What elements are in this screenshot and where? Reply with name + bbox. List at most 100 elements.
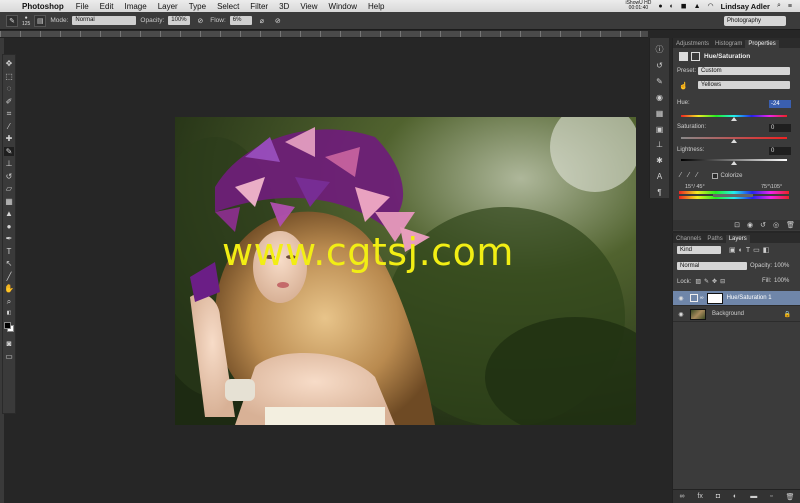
screen-mode-icon[interactable]: ▭ xyxy=(4,352,14,361)
fill-value[interactable]: 100% xyxy=(774,278,789,284)
menu-filter[interactable]: Filter xyxy=(250,2,268,11)
brush-tool-icon[interactable]: ✎ xyxy=(4,146,14,156)
new-group-icon[interactable]: ▬ xyxy=(750,493,757,500)
menu-select[interactable]: Select xyxy=(217,2,239,11)
mode-select[interactable]: Normal xyxy=(72,16,137,25)
eye-icon[interactable]: ◉ xyxy=(676,311,686,318)
path-select-tool-icon[interactable]: ↖ xyxy=(4,259,14,268)
eyedropper-icon[interactable]: ⁄ xyxy=(680,172,681,179)
menu-image[interactable]: Image xyxy=(124,2,146,11)
new-layer-icon[interactable]: ▫ xyxy=(770,493,772,500)
lock-icon[interactable]: 🔒 xyxy=(784,311,791,318)
move-tool-icon[interactable]: ✥ xyxy=(4,59,14,68)
hue-slider-thumb[interactable] xyxy=(731,117,737,121)
paragraph-icon[interactable]: ¶ xyxy=(654,187,666,198)
shape-tool-icon[interactable]: ╱ xyxy=(4,272,14,281)
blend-mode-select[interactable]: Normal xyxy=(677,262,747,270)
eyedropper-minus-icon[interactable]: ⁄ xyxy=(696,172,697,179)
menu-window[interactable]: Window xyxy=(329,2,357,11)
brush-presets-icon[interactable]: ✎ xyxy=(654,76,666,87)
tab-histogram[interactable]: Histogram xyxy=(712,40,745,48)
status-icon-1[interactable]: ● xyxy=(658,3,662,10)
layer-filter-select[interactable]: Kind xyxy=(677,246,721,254)
history-brush-tool-icon[interactable]: ↺ xyxy=(4,172,14,181)
colorize-checkbox[interactable] xyxy=(711,172,718,179)
wifi-icon[interactable]: ◠ xyxy=(708,2,714,10)
swatches-icon[interactable]: ▦ xyxy=(654,108,666,119)
menu-file[interactable]: File xyxy=(76,2,89,11)
type-tool-icon[interactable]: T xyxy=(4,247,14,256)
quick-mask-icon[interactable]: ◙ xyxy=(4,339,14,348)
spotlight-icon[interactable]: ⌕ xyxy=(777,2,781,10)
clone-source-icon[interactable]: ⊥ xyxy=(654,139,666,150)
tab-adjustments[interactable]: Adjustments xyxy=(673,40,712,48)
channel-select[interactable]: Yellows xyxy=(698,81,790,89)
quick-select-tool-icon[interactable]: ✐ xyxy=(4,97,14,106)
brush-tool-icon[interactable]: ✎ xyxy=(6,14,18,27)
preset-select[interactable]: Custom xyxy=(698,67,790,75)
airbrush-icon[interactable]: ⌀ xyxy=(256,15,268,27)
mask-icon[interactable] xyxy=(691,52,700,61)
delete-adjustment-icon[interactable]: 🗑 xyxy=(786,221,795,229)
user-name[interactable]: Lindsay Adler xyxy=(721,2,770,11)
healing-tool-icon[interactable]: ✚ xyxy=(4,134,14,143)
hand-tool-icon[interactable]: ✋ xyxy=(4,284,14,293)
app-menu[interactable]: Photoshop xyxy=(22,2,64,11)
on-image-adjust-icon[interactable]: ☝ xyxy=(679,82,688,90)
lasso-tool-icon[interactable]: ◌ xyxy=(4,84,14,93)
visibility-icon[interactable]: ◎ xyxy=(773,221,779,229)
navigator-icon[interactable]: ◉ xyxy=(654,92,666,103)
info-icon[interactable]: ⓘ xyxy=(654,44,666,55)
filter-icons[interactable]: ▣◐T▭◧ xyxy=(729,246,772,254)
blur-tool-icon[interactable]: ▲ xyxy=(4,209,14,218)
link-layers-icon[interactable]: ∞ xyxy=(679,493,684,500)
tab-layers[interactable]: Layers xyxy=(725,235,750,243)
status-icon-2[interactable]: ◐ xyxy=(670,3,674,10)
status-icon-3[interactable]: ◼ xyxy=(681,2,687,10)
lock-icons[interactable]: ▨✎✥⊟ xyxy=(695,278,728,285)
menu-view[interactable]: View xyxy=(300,2,317,11)
layer-mask-thumbnail[interactable] xyxy=(706,292,723,304)
dodge-tool-icon[interactable]: ● xyxy=(4,222,14,231)
flow-field[interactable]: 6% xyxy=(229,16,252,25)
layer-row-hue-saturation[interactable]: ◉ ∞ Hue/Saturation 1 xyxy=(673,291,800,306)
new-adjustment-icon[interactable]: ◐ xyxy=(733,493,737,500)
menu-3d[interactable]: 3D xyxy=(279,2,289,11)
crop-tool-icon[interactable]: ⌗ xyxy=(4,109,14,118)
color-range-slider[interactable] xyxy=(713,194,753,197)
lightness-slider-thumb[interactable] xyxy=(731,161,737,165)
tab-properties[interactable]: Properties xyxy=(745,40,779,48)
styles-icon[interactable]: ▣ xyxy=(654,124,666,135)
layer-opacity-value[interactable]: 100% xyxy=(774,263,789,269)
clip-layer-icon[interactable]: ⊡ xyxy=(734,221,740,229)
pen-tool-icon[interactable]: ✒ xyxy=(4,234,14,243)
brush-preset-picker[interactable]: ● 125 xyxy=(22,15,30,27)
reset-icon[interactable]: ↺ xyxy=(760,221,766,229)
menu-edit[interactable]: Edit xyxy=(100,2,114,11)
menu-type[interactable]: Type xyxy=(189,2,206,11)
status-icon-4[interactable]: ▲ xyxy=(694,3,701,10)
delete-layer-icon[interactable]: 🗑 xyxy=(786,493,795,501)
actions-icon[interactable]: ✱ xyxy=(654,155,666,166)
brush-panel-icon[interactable]: ▤ xyxy=(34,14,47,27)
eye-icon[interactable]: ◉ xyxy=(676,295,686,302)
character-icon[interactable]: A xyxy=(654,171,666,182)
fx-icon[interactable]: fx xyxy=(697,493,702,500)
workspace-select[interactable]: Photography xyxy=(724,16,786,26)
marquee-tool-icon[interactable]: ⬚ xyxy=(4,72,14,81)
view-previous-icon[interactable]: ◉ xyxy=(747,221,753,229)
zoom-tool-icon[interactable]: ⌕ xyxy=(4,297,14,306)
lightness-field[interactable]: 0 xyxy=(769,147,791,155)
tab-paths[interactable]: Paths xyxy=(704,235,725,243)
eyedropper-tool-icon[interactable]: ⁄ xyxy=(4,122,14,131)
notification-icon[interactable]: ≡ xyxy=(788,3,792,10)
eraser-tool-icon[interactable]: ▱ xyxy=(4,184,14,193)
hue-field[interactable]: -24 xyxy=(769,100,791,108)
saturation-field[interactable]: 0 xyxy=(769,124,791,132)
eyedropper-plus-icon[interactable]: ⁄ xyxy=(688,172,689,179)
opacity-field[interactable]: 100% xyxy=(168,16,191,25)
foreground-color-swatch[interactable] xyxy=(4,321,11,329)
gradient-tool-icon[interactable]: ▦ xyxy=(4,197,14,206)
clone-stamp-tool-icon[interactable]: ⊥ xyxy=(4,159,14,168)
tab-channels[interactable]: Channels xyxy=(673,235,704,243)
